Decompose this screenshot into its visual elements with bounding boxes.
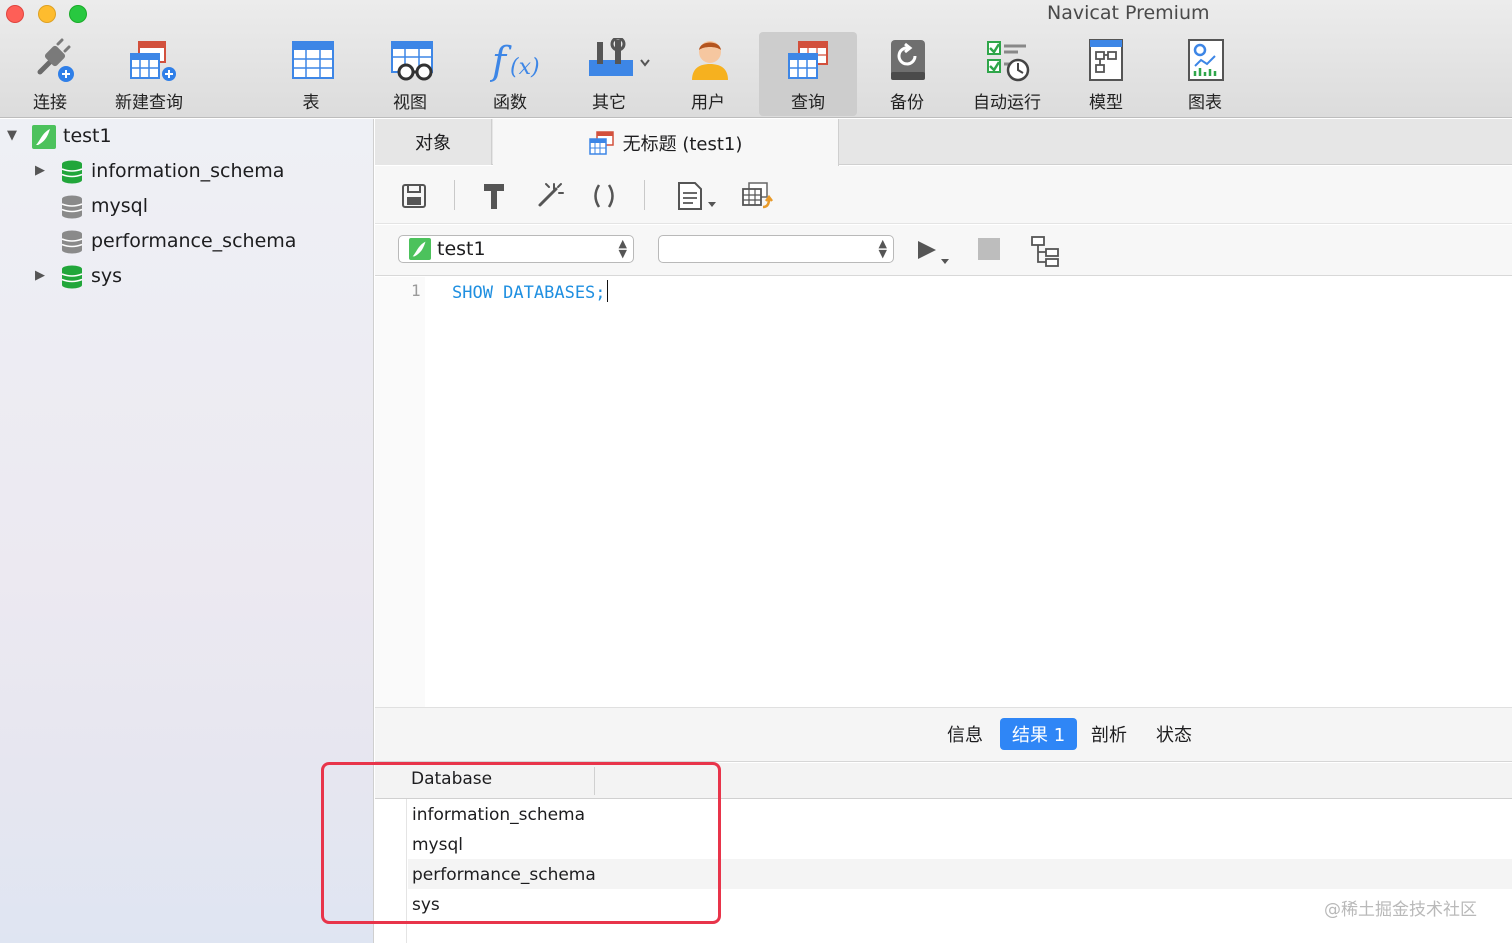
tree-db-performance-schema[interactable]: performance_schema bbox=[0, 227, 374, 257]
plug-icon bbox=[37, 38, 74, 82]
window-title: Navicat Premium bbox=[1047, 2, 1210, 24]
tools-icon bbox=[589, 38, 650, 76]
connection-select-value: test1 bbox=[437, 238, 486, 260]
stop-icon[interactable] bbox=[978, 238, 1000, 260]
database-select[interactable]: ▲ ▼ bbox=[658, 235, 894, 263]
query-tab-icon bbox=[588, 130, 614, 155]
parentheses-button[interactable] bbox=[588, 180, 620, 212]
save-button[interactable] bbox=[398, 180, 430, 212]
new-query-icon bbox=[130, 41, 176, 81]
tab-status[interactable]: 状态 bbox=[1144, 718, 1204, 750]
tree-db-sys[interactable]: ▶ sys bbox=[0, 262, 374, 292]
toolbar-separator bbox=[644, 180, 645, 210]
database-open-icon bbox=[61, 160, 83, 184]
database-open-icon bbox=[61, 265, 83, 289]
toolbar-view-button[interactable]: 视图 bbox=[362, 32, 458, 116]
line-number-gutter: 1 bbox=[375, 277, 425, 707]
user-icon bbox=[692, 41, 728, 80]
view-icon bbox=[391, 41, 433, 81]
sql-code: SHOW DATABASES; bbox=[452, 283, 606, 303]
highlight-annotation bbox=[321, 762, 721, 924]
function-icon: f (x) bbox=[490, 39, 540, 82]
toolbar-automation-button[interactable]: 自动运行 bbox=[958, 32, 1056, 116]
tab-result-1[interactable]: 结果 1 bbox=[1000, 718, 1078, 750]
line-number: 1 bbox=[411, 281, 421, 300]
tree-db-label: mysql bbox=[91, 195, 148, 217]
close-window-button[interactable] bbox=[6, 5, 24, 23]
toolbar-query-button[interactable]: 查询 bbox=[759, 32, 857, 116]
tree-db-label: information_schema bbox=[91, 160, 285, 182]
maximize-window-button[interactable] bbox=[69, 5, 87, 23]
editor-toolbar bbox=[375, 166, 1512, 224]
tree-db-label: performance_schema bbox=[91, 230, 297, 252]
mysql-connection-icon bbox=[32, 125, 56, 149]
toolbar-table-button[interactable]: 表 bbox=[263, 32, 359, 116]
explain-icon bbox=[1031, 236, 1059, 267]
parentheses-icon bbox=[594, 184, 614, 208]
export-button[interactable] bbox=[741, 180, 773, 212]
toolbar-connect-button[interactable]: 连接 bbox=[2, 32, 98, 116]
toolbar-model-button[interactable]: 模型 bbox=[1058, 32, 1154, 116]
database-closed-icon bbox=[61, 230, 83, 254]
toolbar-user-button[interactable]: 用户 bbox=[660, 32, 756, 116]
toolbar-backup-button[interactable]: 备份 bbox=[859, 32, 955, 116]
table-icon bbox=[292, 41, 334, 79]
text-caret bbox=[606, 280, 608, 302]
document-tabs: 对象 无标题 (test1) bbox=[375, 119, 1512, 166]
tree-connection-label: test1 bbox=[63, 125, 112, 147]
database-closed-icon bbox=[61, 195, 83, 219]
updown-chevron-icon: ▲ ▼ bbox=[618, 237, 627, 260]
tree-db-mysql[interactable]: mysql bbox=[0, 192, 374, 222]
beautify-icon bbox=[538, 183, 564, 207]
format-button[interactable] bbox=[478, 180, 510, 212]
snippet-icon bbox=[678, 182, 716, 210]
explain-button[interactable] bbox=[1030, 235, 1062, 267]
format-icon bbox=[484, 184, 504, 209]
toolbar-other-button[interactable]: 其它 bbox=[561, 32, 657, 116]
automation-icon bbox=[987, 41, 1030, 82]
tab-untitled-query[interactable]: 无标题 (test1) bbox=[493, 119, 839, 166]
save-icon bbox=[402, 184, 426, 208]
svg-text:(x): (x) bbox=[510, 55, 540, 80]
model-icon bbox=[1089, 39, 1123, 81]
expand-arrow-icon[interactable]: ▶ bbox=[35, 268, 45, 283]
connection-sidebar: ▼ test1 ▶ information_schema mysql perfo… bbox=[0, 119, 374, 943]
svg-text:f: f bbox=[490, 39, 512, 82]
tree-db-information-schema[interactable]: ▶ information_schema bbox=[0, 157, 374, 187]
play-icon bbox=[918, 241, 949, 264]
expand-arrow-icon[interactable]: ▶ bbox=[35, 163, 45, 178]
toolbar-separator bbox=[454, 180, 455, 210]
tab-info[interactable]: 信息 bbox=[935, 718, 995, 750]
sql-editor[interactable]: 1 SHOW DATABASES; bbox=[375, 277, 1512, 707]
toolbar-new-query-button[interactable]: 新建查询 bbox=[101, 32, 197, 116]
minimize-window-button[interactable] bbox=[38, 5, 56, 23]
tab-objects[interactable]: 对象 bbox=[375, 119, 492, 165]
tree-connection-test1[interactable]: ▼ test1 bbox=[0, 122, 374, 152]
connection-select[interactable]: test1 ▲ ▼ bbox=[398, 235, 634, 263]
query-icon bbox=[788, 41, 828, 79]
result-tabs-bar: 信息 结果 1 剖析 状态 bbox=[375, 707, 1512, 762]
toolbar-chart-button[interactable]: 图表 bbox=[1157, 32, 1253, 116]
watermark: @稀土掘金技术社区 bbox=[1324, 900, 1477, 920]
updown-chevron-icon: ▲ ▼ bbox=[878, 237, 887, 260]
collapse-arrow-icon[interactable]: ▼ bbox=[7, 128, 17, 143]
run-button[interactable] bbox=[916, 237, 956, 265]
tab-profile[interactable]: 剖析 bbox=[1079, 718, 1139, 750]
query-selector-bar: test1 ▲ ▼ ▲ ▼ bbox=[375, 225, 1512, 276]
sql-code-line[interactable]: SHOW DATABASES; bbox=[452, 280, 608, 303]
toolbar: Navicat Premium 连接 新建查询 表 视图 f (x) 函数 其它… bbox=[0, 0, 1512, 118]
snippet-button[interactable] bbox=[674, 180, 720, 212]
backup-icon bbox=[891, 40, 925, 80]
export-icon bbox=[742, 182, 773, 209]
tab-query-label: 无标题 (test1) bbox=[622, 133, 743, 155]
mysql-connection-icon bbox=[409, 238, 431, 260]
toolbar-function-button[interactable]: f (x) 函数 bbox=[462, 32, 558, 116]
tree-db-label: sys bbox=[91, 265, 123, 287]
chart-icon bbox=[1188, 39, 1224, 81]
beautify-button[interactable] bbox=[533, 180, 565, 212]
